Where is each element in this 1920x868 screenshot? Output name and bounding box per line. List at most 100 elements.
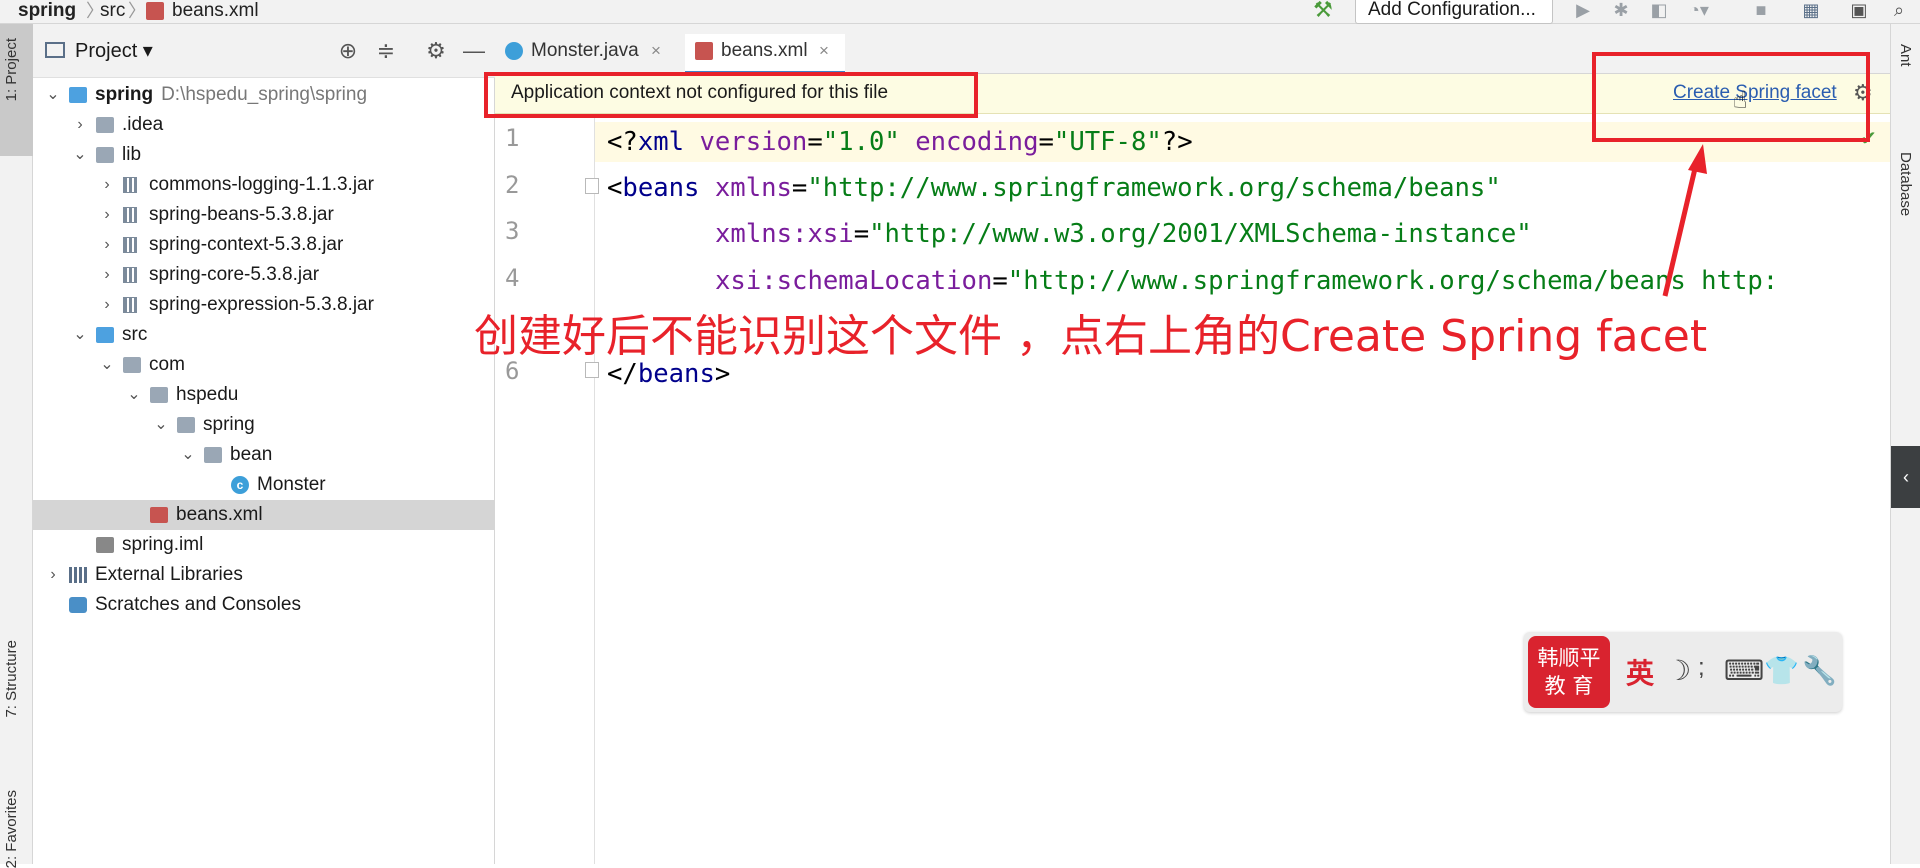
moon-icon[interactable]: ☽ bbox=[1666, 654, 1691, 687]
chevron-down-icon[interactable]: ⌄ bbox=[126, 380, 142, 410]
annotation-box-link bbox=[1592, 52, 1870, 142]
tree-item[interactable]: › spring-context-5.3.8.jar bbox=[33, 230, 495, 260]
chevron-down-icon[interactable]: ⌄ bbox=[72, 140, 88, 170]
xml-file-icon bbox=[695, 42, 713, 60]
xml-file-icon bbox=[146, 2, 164, 20]
libraries-icon bbox=[69, 567, 87, 583]
module-folder-icon bbox=[69, 87, 87, 103]
tree-item-label: commons-logging-1.1.3.jar bbox=[149, 174, 374, 195]
code-line-1: <?xml version="1.0" encoding="UTF-8"?> bbox=[607, 127, 1193, 157]
tree-item[interactable]: ⌄ spring bbox=[33, 410, 495, 440]
input-method-toolbar: 韩顺平 教 育 英 ☽ ; ⌨ 👕 🔧 bbox=[1524, 632, 1842, 712]
coverage-icon[interactable]: ◧ bbox=[1648, 0, 1670, 20]
tab-beans-xml[interactable]: beans.xml × bbox=[685, 34, 845, 74]
tab-label: beans.xml bbox=[721, 40, 808, 61]
run-icon[interactable]: ▶ bbox=[1572, 0, 1594, 20]
close-icon[interactable]: × bbox=[651, 34, 661, 68]
tree-item[interactable]: ⌄ lib bbox=[33, 140, 495, 170]
terminal-icon[interactable]: ▣ bbox=[1848, 0, 1870, 20]
search-icon[interactable]: ⌕ bbox=[1888, 0, 1910, 20]
tree-item[interactable]: › External Libraries bbox=[33, 560, 495, 590]
tab-monster-java[interactable]: Monster.java × bbox=[495, 34, 677, 74]
code-editor[interactable]: <?xml version="1.0" encoding="UTF-8"?> <… bbox=[595, 114, 1890, 864]
line-number: 1 bbox=[505, 124, 520, 152]
wrench-icon[interactable]: 🔧 bbox=[1802, 654, 1837, 687]
scratches-icon bbox=[69, 597, 87, 613]
chevron-right-icon[interactable]: › bbox=[99, 170, 115, 200]
chevron-right-icon[interactable]: › bbox=[72, 110, 88, 140]
tree-item-label: hspedu bbox=[176, 384, 239, 405]
hammer-icon[interactable]: ⚒ bbox=[1312, 0, 1334, 21]
tree-item-label: bean bbox=[230, 444, 273, 465]
breadcrumb-project[interactable]: spring bbox=[18, 0, 76, 22]
code-line-4: xsi:schemaLocation="http://www.springfra… bbox=[715, 266, 1779, 296]
folder-icon bbox=[96, 117, 114, 133]
chevron-down-icon[interactable]: ⌄ bbox=[153, 410, 169, 440]
jar-icon bbox=[123, 267, 137, 283]
tree-item[interactable]: c Monster bbox=[33, 470, 495, 500]
locate-icon[interactable]: ⊕ bbox=[335, 38, 361, 64]
tree-item[interactable]: beans.xml bbox=[33, 500, 495, 530]
chevron-right-icon[interactable]: › bbox=[45, 560, 61, 590]
project-view-selector[interactable]: Project ▾ bbox=[75, 38, 153, 63]
favorites-tab[interactable]: 2: Favorites bbox=[3, 790, 20, 868]
tree-item-label: spring-context-5.3.8.jar bbox=[149, 234, 344, 255]
skin-icon[interactable]: 👕 bbox=[1764, 654, 1799, 687]
gear-icon[interactable]: ⚙ bbox=[423, 38, 449, 64]
iml-file-icon bbox=[96, 537, 114, 553]
chevron-down-icon[interactable]: ⌄ bbox=[180, 440, 196, 470]
tree-item[interactable]: ⌄ bean bbox=[33, 440, 495, 470]
profile-icon[interactable]: ◔▾ bbox=[1688, 0, 1710, 20]
database-tab[interactable]: Database bbox=[1897, 152, 1914, 216]
tree-item[interactable]: › .idea bbox=[33, 110, 495, 140]
jar-icon bbox=[123, 207, 137, 223]
punctuation-icon[interactable]: ; bbox=[1698, 654, 1705, 682]
project-tool-tab[interactable]: 1: Project bbox=[0, 24, 33, 156]
tree-item[interactable]: ⌄ src bbox=[33, 320, 495, 350]
tree-item-label: com bbox=[149, 354, 185, 375]
add-configuration-button[interactable]: Add Configuration... bbox=[1355, 0, 1553, 24]
tree-item[interactable]: ⌄ hspedu bbox=[33, 380, 495, 410]
close-icon[interactable]: × bbox=[819, 34, 829, 68]
tree-item-label: beans.xml bbox=[176, 504, 263, 525]
package-icon bbox=[204, 447, 222, 463]
code-line-2: <beans xmlns="http://www.springframework… bbox=[607, 173, 1501, 203]
chevron-right-icon[interactable]: › bbox=[99, 260, 115, 290]
chevron-right-icon[interactable]: › bbox=[99, 230, 115, 260]
tree-item[interactable]: › spring-core-5.3.8.jar bbox=[33, 260, 495, 290]
keyboard-icon[interactable]: ⌨ bbox=[1724, 654, 1764, 687]
project-tab-label: 1: Project bbox=[3, 38, 20, 102]
expand-panel-icon[interactable]: ‹ bbox=[1891, 446, 1920, 508]
breadcrumb-folder[interactable]: src bbox=[100, 0, 125, 22]
project-structure-icon[interactable]: ▦ bbox=[1800, 0, 1822, 20]
editor-gutter: 1 2 3 4 6 bbox=[495, 114, 599, 864]
package-icon bbox=[150, 387, 168, 403]
ant-tab[interactable]: Ant bbox=[1897, 44, 1914, 67]
code-line-3: xmlns:xsi="http://www.w3.org/2001/XMLSch… bbox=[715, 219, 1532, 249]
debug-icon[interactable]: ✱ bbox=[1610, 0, 1632, 20]
class-icon: c bbox=[231, 476, 249, 494]
structure-tab[interactable]: 7: Structure bbox=[3, 640, 20, 718]
hide-icon[interactable]: — bbox=[461, 38, 487, 64]
tree-item-label: src bbox=[122, 324, 148, 345]
chevron-right-icon[interactable]: › bbox=[99, 200, 115, 230]
tree-item[interactable]: ⌄ com bbox=[33, 350, 495, 380]
tree-item[interactable]: Scratches and Consoles bbox=[33, 590, 495, 620]
tree-item[interactable]: › spring-beans-5.3.8.jar bbox=[33, 200, 495, 230]
stop-icon[interactable]: ■ bbox=[1750, 0, 1772, 20]
ime-language-toggle[interactable]: 英 bbox=[1626, 652, 1654, 692]
project-title: Project bbox=[75, 40, 138, 62]
chevron-down-icon[interactable]: ⌄ bbox=[45, 80, 61, 110]
module-path: D:\hspedu_spring\spring bbox=[161, 84, 368, 105]
tree-item[interactable]: › commons-logging-1.1.3.jar bbox=[33, 170, 495, 200]
tree-item[interactable]: › spring-expression-5.3.8.jar bbox=[33, 290, 495, 320]
tree-item-label: spring bbox=[203, 414, 255, 435]
jar-icon bbox=[123, 237, 137, 253]
tree-item[interactable]: spring.iml bbox=[33, 530, 495, 560]
chevron-down-icon[interactable]: ⌄ bbox=[72, 320, 88, 350]
breadcrumb-file[interactable]: beans.xml bbox=[172, 0, 259, 22]
collapse-all-icon[interactable]: ≑ bbox=[373, 38, 399, 64]
chevron-down-icon[interactable]: ⌄ bbox=[99, 350, 115, 380]
tree-item[interactable]: ⌄ spring D:\hspedu_spring\spring bbox=[33, 80, 495, 110]
chevron-right-icon[interactable]: › bbox=[99, 290, 115, 320]
